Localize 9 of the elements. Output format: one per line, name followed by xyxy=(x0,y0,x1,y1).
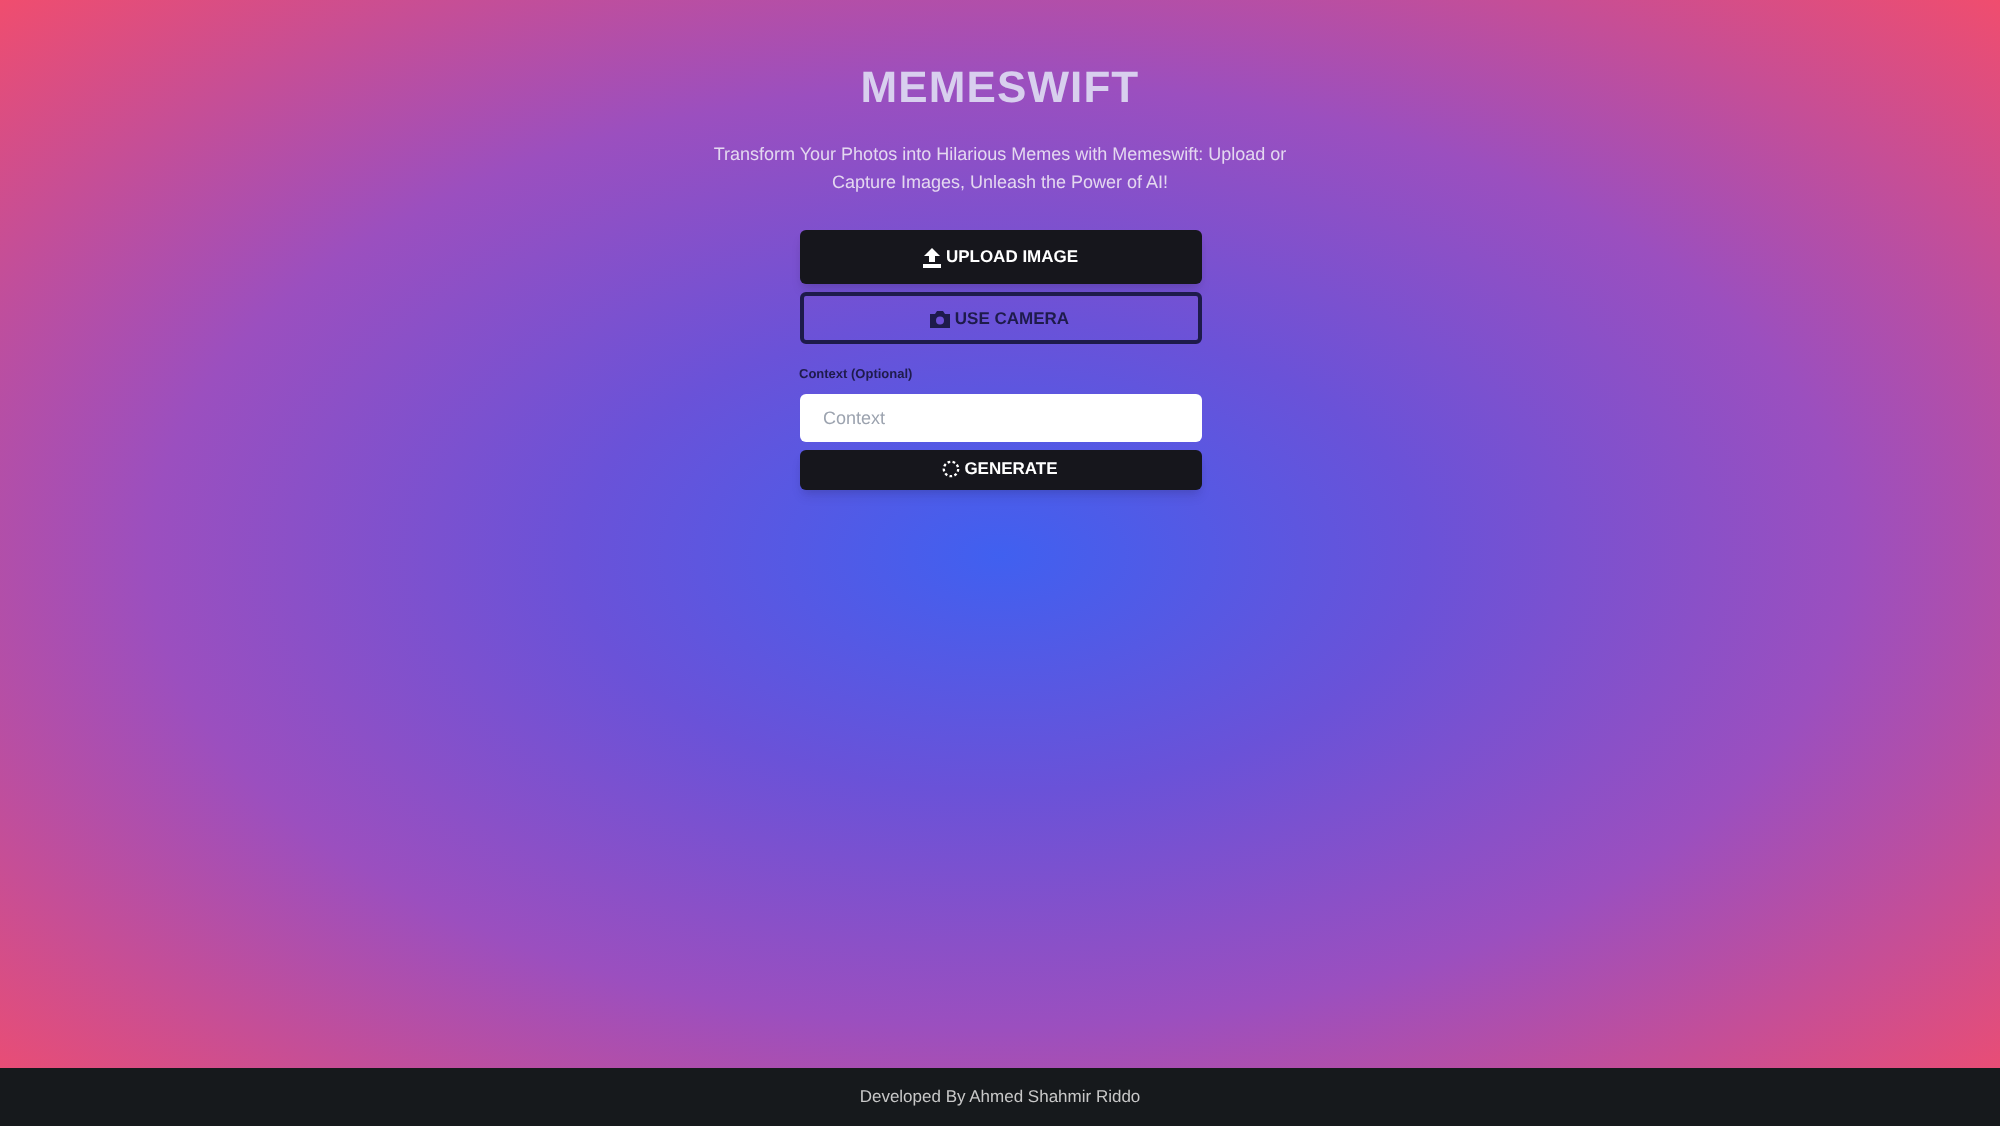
app-title: MEMESWIFT xyxy=(860,60,1140,116)
upload-button[interactable]: UPLOAD IMAGE xyxy=(799,230,1201,284)
generate-button[interactable]: GENERATE xyxy=(799,449,1201,490)
context-field[interactable]: Context xyxy=(799,393,1201,442)
camera-icon xyxy=(930,309,951,327)
subtitle: Transform Your Photos into Hilarious Memes with Memeswift: Upload or Capture Images, Unleash the Power of AI! xyxy=(711,142,1289,196)
spinner-icon xyxy=(942,460,961,479)
upload-icon xyxy=(921,247,942,267)
footer-credit: Developed By Ahmed Shahmir Riddo xyxy=(859,1084,1141,1110)
